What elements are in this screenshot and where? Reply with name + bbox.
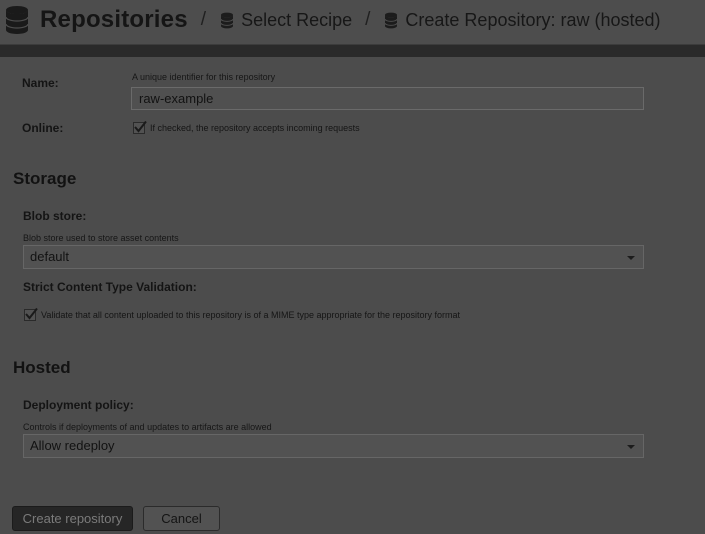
hosted-section-title: Hosted	[13, 358, 71, 377]
database-icon	[220, 12, 234, 29]
database-icon	[384, 12, 398, 29]
online-checkbox[interactable]	[133, 120, 147, 134]
blob-store-select[interactable]: default	[23, 245, 644, 269]
deployment-policy-value: Allow redeploy	[30, 438, 115, 453]
database-icon	[4, 5, 30, 35]
checkmark-icon	[134, 120, 147, 133]
breadcrumb-select-recipe[interactable]: Select Recipe	[241, 10, 352, 31]
strict-validation-checkbox[interactable]	[24, 307, 38, 321]
storage-section-title: Storage	[13, 169, 77, 188]
name-label: Name:	[22, 76, 59, 90]
breadcrumb-repositories[interactable]: Repositories	[40, 6, 188, 34]
name-input[interactable]: raw-example	[131, 87, 644, 110]
strict-validation-label: Strict Content Type Validation:	[23, 280, 197, 294]
create-repository-button[interactable]: Create repository	[12, 506, 133, 531]
online-checkbox-row[interactable]: If checked, the repository accepts incom…	[133, 120, 360, 134]
chevron-down-icon	[627, 445, 635, 449]
breadcrumb-separator: /	[200, 9, 207, 30]
deployment-policy-select[interactable]: Allow redeploy	[23, 434, 644, 458]
blob-store-help: Blob store used to store asset contents	[23, 233, 179, 243]
deployment-policy-help: Controls if deployments of and updates t…	[23, 422, 272, 432]
breadcrumb-create-repository: Create Repository: raw (hosted)	[405, 9, 661, 30]
repository-form: Name: A unique identifier for this repos…	[0, 57, 705, 534]
header-bar: Repositories / Select Recipe / Create Re…	[0, 0, 705, 45]
deployment-policy-label: Deployment policy:	[23, 398, 134, 412]
breadcrumb-separator: /	[365, 9, 371, 30]
online-label: Online:	[22, 121, 64, 135]
name-help: A unique identifier for this repository	[132, 72, 276, 82]
checkmark-icon	[25, 307, 38, 320]
cancel-button[interactable]: Cancel	[143, 506, 220, 531]
strict-validation-text: Validate that all content uploaded to th…	[41, 310, 461, 320]
blob-store-label: Blob store:	[23, 209, 87, 223]
blob-store-value: default	[30, 249, 70, 264]
chevron-down-icon	[627, 256, 635, 260]
breadcrumb: Repositories / Select Recipe / Create Re…	[4, 0, 661, 40]
online-checkbox-text: If checked, the repository accepts incom…	[150, 123, 360, 133]
strict-validation-checkbox-row[interactable]: Validate that all content uploaded to th…	[24, 307, 461, 321]
